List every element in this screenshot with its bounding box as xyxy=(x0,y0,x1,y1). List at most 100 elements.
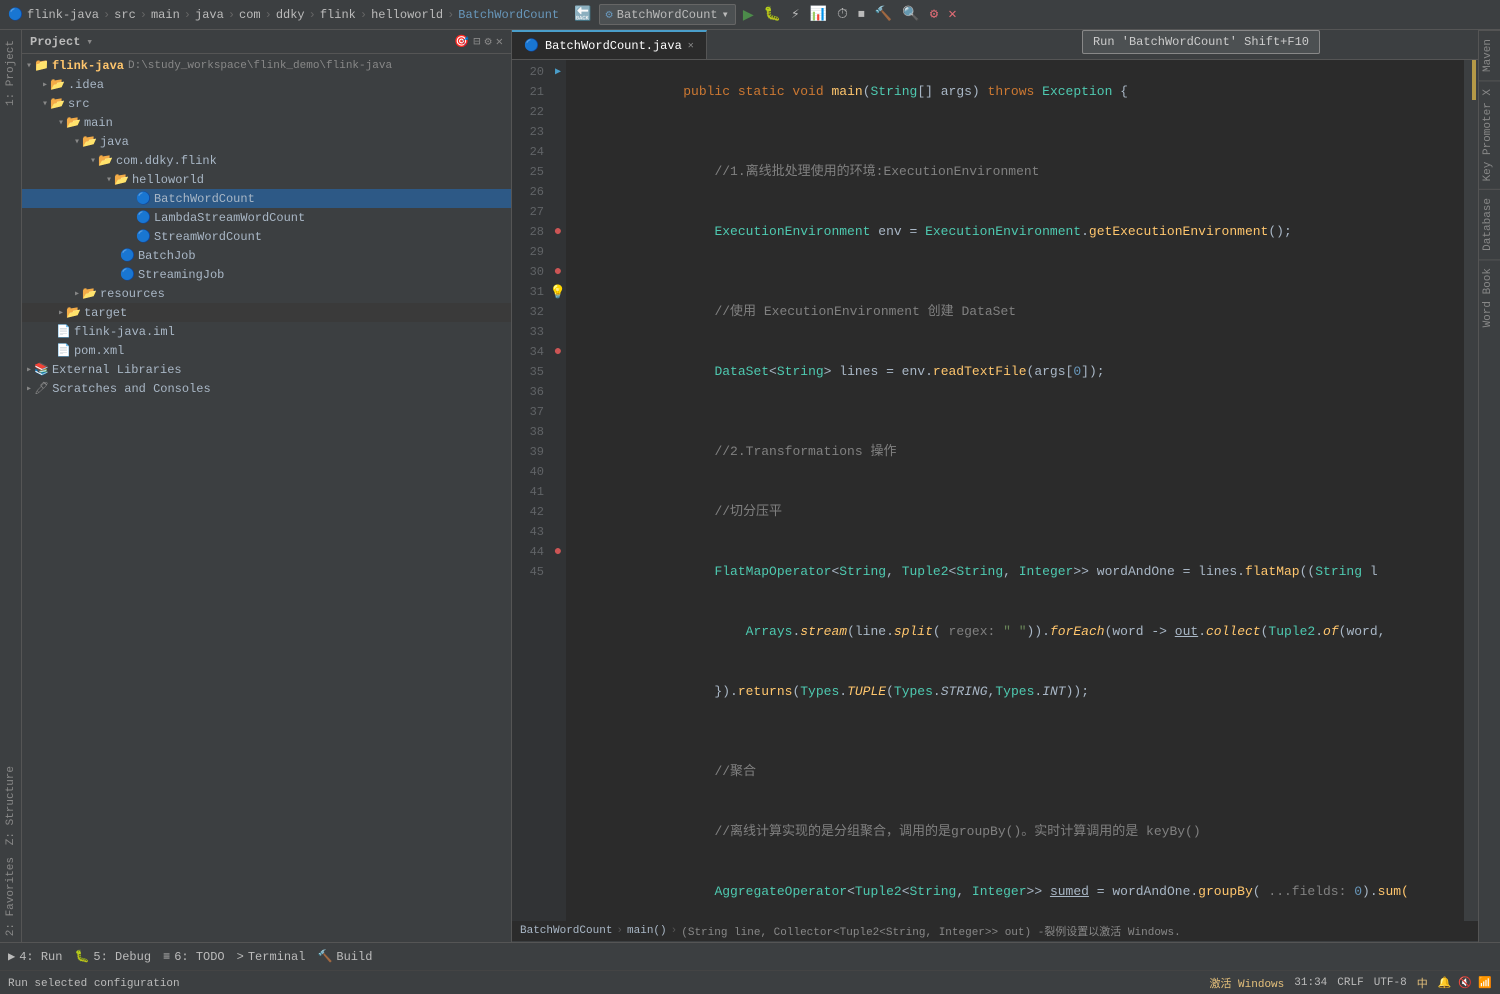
line-numbers: 20 21 22 23 24 25 26 27 28 29 30 31 32 3… xyxy=(512,60,550,921)
main-area: 1: Project Z: Structure 2: Favorites Pro… xyxy=(0,30,1500,942)
project-panel: Project ▾ 🎯 ⊟ ⚙ ✕ ▾ 📁 flink-java D:\stud… xyxy=(22,30,512,942)
status-linesep[interactable]: CRLF xyxy=(1337,977,1363,989)
bottom-toolbar: ▶ 4: Run 🐛 5: Debug ≡ 6: TODO > Terminal… xyxy=(0,942,1500,970)
tab-bar: 🔵 BatchWordCount.java ✕ xyxy=(512,30,1478,60)
gutter-bulb-31: 💡 xyxy=(552,282,564,302)
code-line-21 xyxy=(566,122,1464,142)
code-line-20: public static void main(String[] args) t… xyxy=(566,62,1464,122)
project-header-icons: 🎯 ⊟ ⚙ ✕ xyxy=(454,34,503,49)
gutter-bp-44: ● xyxy=(552,542,564,562)
tree-item-BatchJob[interactable]: 🔵 BatchJob xyxy=(22,246,511,265)
code-line-36: AggregateOperator<Tuple2<String, Integer… xyxy=(566,862,1464,921)
project-title: Project xyxy=(30,35,80,49)
right-sidebar: Maven Key Promoter X Database Word Book xyxy=(1478,30,1500,942)
search-icon[interactable]: 🔍 xyxy=(899,4,922,25)
tree-item-pom-xml[interactable]: 📄 pom.xml xyxy=(22,341,511,360)
gutter-exec-20: ▶ xyxy=(552,62,564,82)
sidebar-tab-key-promoter[interactable]: Key Promoter X xyxy=(1479,80,1500,189)
tree-item-StreamWordCount[interactable]: 🔵 StreamWordCount xyxy=(22,227,511,246)
tree-item-BatchWordCount[interactable]: 🔵 BatchWordCount xyxy=(22,189,511,208)
coverage-icon[interactable]: 📊 xyxy=(807,4,830,25)
status-bar: Run selected configuration 激活 Windows 31… xyxy=(0,970,1500,994)
code-line-30: FlatMapOperator<String, Tuple2<String, I… xyxy=(566,542,1464,602)
close-project-icon[interactable]: ✕ xyxy=(496,34,503,49)
tree-item-StreamingJob[interactable]: 🔵 StreamingJob xyxy=(22,265,511,284)
code-line-35: //离线计算实现的是分组聚合，调用的是groupBy()。实时计算调用的是 ke… xyxy=(566,802,1464,862)
code-line-31: Arrays.stream(line.split( regex: " ")).f… xyxy=(566,602,1464,662)
gutter-bp-34: ● xyxy=(552,342,564,362)
code-line-28: //2.Transformations 操作 xyxy=(566,422,1464,482)
tree-item-scratches[interactable]: ▸ 🖊 Scratches and Consoles xyxy=(22,379,511,398)
build-icon[interactable]: 🔨 xyxy=(872,4,895,25)
gutter-bp-28: ● xyxy=(552,222,564,242)
code-line-25: //使用 ExecutionEnvironment 创建 DataSet xyxy=(566,282,1464,342)
editor-area: 🔵 BatchWordCount.java ✕ 20 21 22 23 24 2… xyxy=(512,30,1478,942)
settings-project-icon[interactable]: ⚙ xyxy=(485,34,492,49)
debug-icon[interactable]: 🐛 xyxy=(761,4,784,25)
left-nav-favorites[interactable]: 2: Favorites xyxy=(5,851,17,942)
tree-item-external-libraries[interactable]: ▸ 📚 External Libraries xyxy=(22,360,511,379)
collapse-icon[interactable]: ⊟ xyxy=(473,34,480,49)
run-config-dropdown[interactable]: ⚙ BatchWordCount ▾ xyxy=(599,4,736,25)
bottom-tab-build[interactable]: 🔨 Build xyxy=(317,949,372,964)
bottom-tab-run[interactable]: ▶ 4: Run xyxy=(8,949,62,964)
code-line-33 xyxy=(566,722,1464,742)
gutter-bp-30: ● xyxy=(552,262,564,282)
tree-item-com-ddky-flink[interactable]: ▾ 📂 com.ddky.flink xyxy=(22,151,511,170)
tab-close-icon[interactable]: ✕ xyxy=(688,40,694,52)
breadcrumb-method[interactable]: main() xyxy=(627,925,667,937)
left-nav-structure[interactable]: Z: Structure xyxy=(5,760,17,851)
project-header: Project ▾ 🎯 ⊟ ⚙ ✕ xyxy=(22,30,511,54)
status-position[interactable]: 31:34 xyxy=(1294,977,1327,989)
sidebar-tab-database[interactable]: Database xyxy=(1479,189,1500,259)
code-line-22: //1.离线批处理使用的环境:ExecutionEnvironment xyxy=(566,142,1464,202)
right-margin-indicator xyxy=(1472,60,1476,100)
status-windows-msg: 激活 Windows xyxy=(1209,975,1284,991)
settings-icon[interactable]: ⚙ xyxy=(927,4,941,25)
right-margin-bar xyxy=(1464,60,1478,921)
tree-item-LambdaStreamWordCount[interactable]: 🔵 LambdaStreamWordCount xyxy=(22,208,511,227)
code-line-26: DataSet<String> lines = env.readTextFile… xyxy=(566,342,1464,402)
tree-item-main[interactable]: ▾ 📂 main xyxy=(22,113,511,132)
stop-icon[interactable]: ⏹ xyxy=(855,5,868,25)
tree-item-helloworld[interactable]: ▾ 📂 helloworld xyxy=(22,170,511,189)
profiler-icon[interactable]: ⏱ xyxy=(834,5,851,25)
sidebar-tab-word-book[interactable]: Word Book xyxy=(1479,259,1500,335)
close-icon[interactable]: ✕ xyxy=(945,4,959,25)
code-line-34: //聚合 xyxy=(566,742,1464,802)
sidebar-tab-maven[interactable]: Maven xyxy=(1479,30,1500,80)
toolbar-icons: 🔙 ⚙ BatchWordCount ▾ ▶ 🐛 ⚡ 📊 ⏱ ⏹ 🔨 🔍 ⚙ ✕ xyxy=(571,2,960,28)
run-icon[interactable]: ▶ xyxy=(740,2,757,28)
bottom-tab-todo[interactable]: ≡ 6: TODO xyxy=(163,950,225,964)
bottom-tab-debug[interactable]: 🐛 5: Debug xyxy=(74,949,151,964)
tree-item-resources[interactable]: ▸ 📂 resources xyxy=(22,284,511,303)
tree-item-flink-java[interactable]: ▾ 📁 flink-java D:\study_workspace\flink_… xyxy=(22,56,511,75)
tab-BatchWordCount[interactable]: 🔵 BatchWordCount.java ✕ xyxy=(512,30,707,59)
status-right: 激活 Windows 31:34 CRLF UTF-8 中 🔔 🔇 📶 xyxy=(1209,975,1492,991)
code-area[interactable]: public static void main(String[] args) t… xyxy=(566,60,1464,921)
code-line-23: ExecutionEnvironment env = ExecutionEnvi… xyxy=(566,202,1464,262)
locate-icon[interactable]: 🎯 xyxy=(454,34,469,49)
code-line-29: //切分压平 xyxy=(566,482,1464,542)
tree-container[interactable]: ▾ 📁 flink-java D:\study_workspace\flink_… xyxy=(22,54,511,942)
tree-item-java[interactable]: ▾ 📂 java xyxy=(22,132,511,151)
bottom-tab-terminal[interactable]: > Terminal xyxy=(237,950,306,964)
code-line-27 xyxy=(566,402,1464,422)
back-icon[interactable]: 🔙 xyxy=(571,4,594,25)
tree-item-src[interactable]: ▾ 📂 src xyxy=(22,94,511,113)
tree-item-flink-java-iml[interactable]: 📄 flink-java.iml xyxy=(22,322,511,341)
breadcrumb-detail: (String line, Collector<Tuple2<String, I… xyxy=(681,923,1180,939)
tree-item-idea[interactable]: ▸ 📂 .idea xyxy=(22,75,511,94)
status-encoding[interactable]: UTF-8 xyxy=(1374,977,1407,989)
breadcrumb-bar: BatchWordCount › main() › (String line, … xyxy=(512,921,1478,942)
attach-icon[interactable]: ⚡ xyxy=(788,4,802,25)
status-ime: 中 xyxy=(1417,975,1428,991)
breadcrumb-class[interactable]: BatchWordCount xyxy=(520,925,612,937)
left-nav-project[interactable]: 1: Project xyxy=(5,34,17,112)
status-message: Run selected configuration xyxy=(8,978,180,990)
gutter: ▶ ● ● 💡 ● xyxy=(550,60,566,921)
run-tooltip: Run 'BatchWordCount' Shift+F10 xyxy=(1082,30,1320,54)
breadcrumb-path: 🔵 flink-java › src › main › java › com ›… xyxy=(8,7,559,22)
code-line-24 xyxy=(566,262,1464,282)
tree-item-target[interactable]: ▸ 📂 target xyxy=(22,303,511,322)
